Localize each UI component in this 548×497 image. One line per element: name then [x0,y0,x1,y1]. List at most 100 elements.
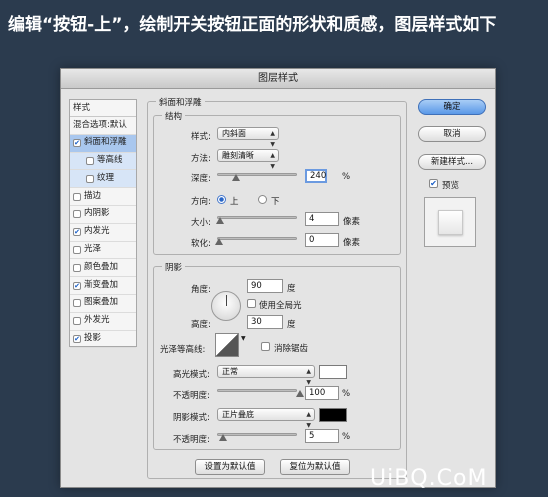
shadow-mode-select[interactable]: 正片叠底 ▲ ▼ [217,408,315,429]
style-item-inner-shadow[interactable]: 内阴影 [70,206,136,224]
preview-swatch [438,210,463,235]
chevron-updown-icon: ▲ ▼ [270,130,275,148]
shadow-opacity-slider[interactable] [217,433,297,436]
soften-slider[interactable] [217,237,297,240]
preview-checkbox[interactable] [429,179,438,188]
shadow-opacity-label: 不透明度: [173,435,210,445]
direction-down-radio[interactable] [258,195,267,204]
stroke-checkbox[interactable] [73,192,81,201]
shading-legend: 阴影 [162,261,186,273]
style-item-satin[interactable]: 光泽 [70,242,136,260]
highlight-color-swatch[interactable] [319,365,347,379]
style-item-contour[interactable]: 等高线 [70,152,136,171]
chevron-updown-icon: ▲ ▼ [270,152,275,170]
direction-down-label: 下 [271,197,280,207]
style-item-inner-glow[interactable]: 内发光 [70,224,136,242]
technique-label: 方法: [191,154,211,164]
cancel-button[interactable]: 取消 [418,126,486,142]
style-item-pattern-overlay[interactable]: 图案叠加 [70,295,136,313]
direction-up-label: 上 [230,197,239,207]
gloss-contour-label: 光泽等高线: [160,345,206,355]
soften-label: 软化: [191,239,211,249]
highlight-opacity-slider-thumb[interactable] [296,390,304,397]
direction-up-radio[interactable] [217,195,226,204]
altitude-unit: 度 [287,320,296,330]
style-list-header[interactable]: 样式 [70,100,136,117]
size-label: 大小: [191,218,211,228]
structure-legend: 结构 [162,110,186,122]
size-unit: 像素 [343,217,361,227]
size-input[interactable]: 4 [305,212,339,226]
preview-label: 预览 [442,181,460,191]
reset-default-button[interactable]: 复位为默认值 [280,459,350,475]
style-item-stroke[interactable]: 描边 [70,188,136,206]
highlight-opacity-slider[interactable] [217,389,297,392]
satin-checkbox[interactable] [73,245,81,254]
global-light-checkbox[interactable] [247,299,256,308]
altitude-label: 高度: [191,320,211,330]
technique-select[interactable]: 雕刻清晰 ▲ ▼ [217,149,279,170]
pattern-overlay-checkbox[interactable] [73,299,81,308]
inner-shadow-checkbox[interactable] [73,210,81,219]
chevron-updown-icon: ▲ ▼ [306,411,311,429]
gloss-contour-preview[interactable] [215,333,239,357]
depth-label: 深度: [191,174,211,184]
angle-unit: 度 [287,284,296,294]
soften-unit: 像素 [343,238,361,248]
style-item-blending-options[interactable]: 混合选项:默认 [70,117,136,135]
ok-button[interactable]: 确定 [418,99,486,115]
preview-thumbnail [424,197,476,247]
contour-checkbox[interactable] [86,156,94,165]
angle-dial-needle [226,295,227,306]
shadow-opacity-unit: % [342,432,351,442]
color-overlay-checkbox[interactable] [73,263,81,272]
texture-checkbox[interactable] [86,174,94,183]
layer-style-dialog: 图层样式 样式 混合选项:默认 斜面和浮雕 等高线 纹理 描边 内阴影 内发光 [60,68,496,488]
highlight-opacity-input[interactable]: 100 [305,386,339,400]
highlight-mode-label: 高光模式: [173,370,210,380]
angle-input[interactable]: 90 [247,279,283,293]
soften-input[interactable]: 0 [305,233,339,247]
dialog-title: 图层样式 [61,69,495,89]
direction-label: 方向: [191,197,211,207]
bevel-emboss-checkbox[interactable] [73,139,81,148]
gradient-overlay-checkbox[interactable] [73,281,81,290]
watermark: UiBQ.CoM [370,466,488,491]
style-item-bevel-emboss[interactable]: 斜面和浮雕 [70,134,136,153]
drop-shadow-checkbox[interactable] [73,334,81,343]
style-list: 样式 混合选项:默认 斜面和浮雕 等高线 纹理 描边 内阴影 内发光 [69,99,137,349]
altitude-input[interactable]: 30 [247,315,283,329]
shadow-color-swatch[interactable] [319,408,347,422]
global-light-label: 使用全局光 [259,301,302,311]
style-label: 样式: [191,132,211,142]
soften-slider-thumb[interactable] [215,238,223,245]
size-slider[interactable] [217,216,297,219]
highlight-opacity-unit: % [342,389,351,399]
style-item-color-overlay[interactable]: 颜色叠加 [70,259,136,278]
antialias-label: 消除锯齿 [274,344,309,354]
shadow-opacity-slider-thumb[interactable] [219,434,227,441]
inner-glow-checkbox[interactable] [73,228,81,237]
depth-slider[interactable] [217,173,297,176]
style-item-gradient-overlay[interactable]: 渐变叠加 [70,277,136,295]
headline: 编辑“按钮-上”，绘制开关按钮正面的形状和质感，图层样式如下 [8,15,497,35]
new-style-button[interactable]: 新建样式... [418,154,486,170]
depth-unit: % [342,172,351,182]
style-item-drop-shadow[interactable]: 投影 [70,331,136,349]
depth-slider-thumb[interactable] [232,174,240,181]
style-select[interactable]: 内斜面 ▲ ▼ [217,127,279,148]
outer-glow-checkbox[interactable] [73,317,81,326]
depth-input[interactable]: 240 [305,169,327,183]
size-slider-thumb[interactable] [216,217,224,224]
chevron-down-icon[interactable]: ▼ [241,335,246,342]
style-item-outer-glow[interactable]: 外发光 [70,313,136,331]
highlight-opacity-label: 不透明度: [173,391,210,401]
style-item-texture[interactable]: 纹理 [70,170,136,189]
chevron-updown-icon: ▲ ▼ [306,368,311,386]
antialias-checkbox[interactable] [261,342,270,351]
shadow-opacity-input[interactable]: 5 [305,429,339,443]
shadow-mode-label: 阴影模式: [173,413,210,423]
angle-label: 角度: [191,285,211,295]
highlight-mode-select[interactable]: 正常 ▲ ▼ [217,365,315,386]
make-default-button[interactable]: 设置为默认值 [195,459,265,475]
